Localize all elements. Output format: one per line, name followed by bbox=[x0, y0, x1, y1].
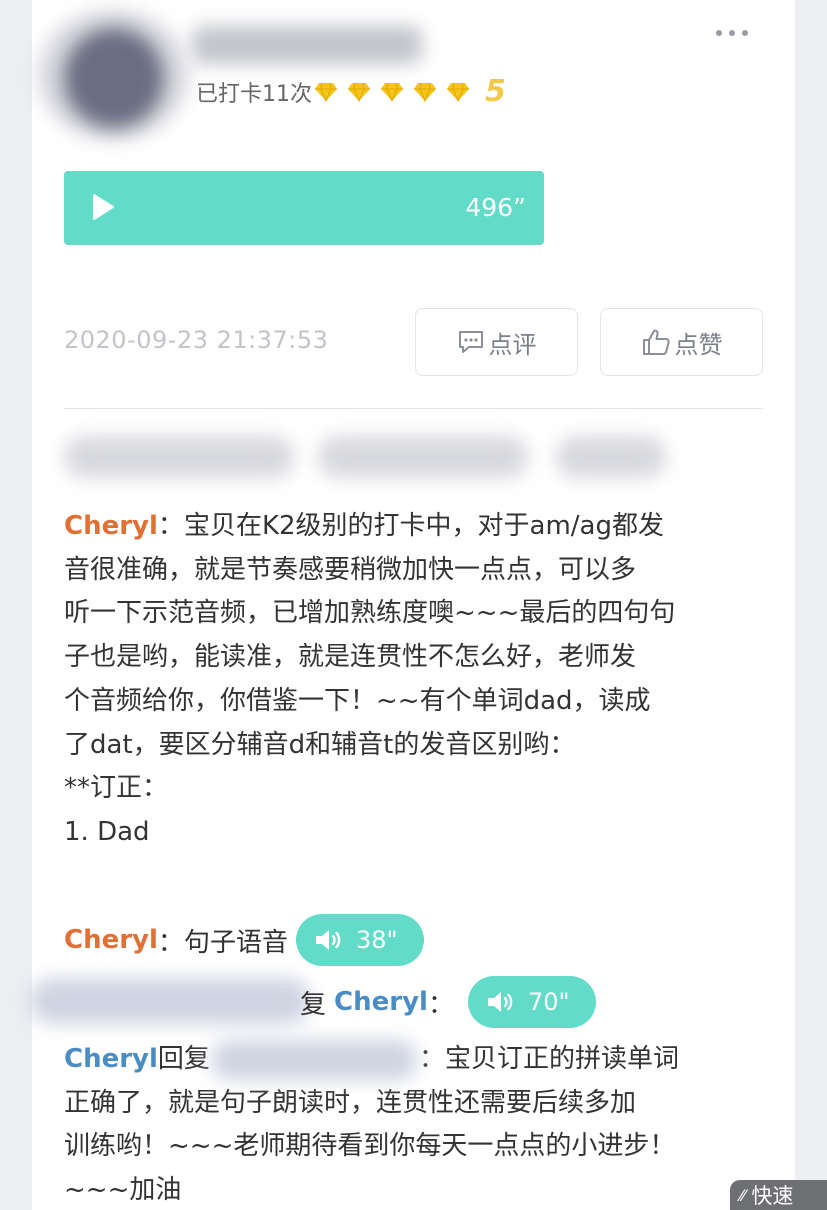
comment-line: 训练哟！~~~老师期待看到你每天一点点的小进步！ bbox=[64, 1131, 676, 1162]
speaker-icon bbox=[487, 992, 513, 1012]
quick-read-button[interactable]: ⁄⁄ 快速 bbox=[730, 1180, 827, 1210]
diamond-icon bbox=[414, 82, 436, 102]
level-number: 5 bbox=[485, 74, 506, 109]
audio-duration: 496” bbox=[465, 193, 526, 222]
comment-line: 音很准确，就是节奏感要稍微加快一点点，可以多 bbox=[64, 554, 637, 585]
comment-author[interactable]: Cheryl bbox=[64, 511, 158, 541]
comment-line: **订正： bbox=[64, 773, 169, 804]
quick-read-icon: ⁄⁄ bbox=[740, 1185, 746, 1205]
liker-redacted bbox=[556, 436, 666, 478]
like-label: 点赞 bbox=[674, 330, 723, 359]
voice-duration: 38" bbox=[355, 926, 398, 954]
comment-text: 宝贝在K2级别的打卡中，对于am/ag都发 bbox=[183, 511, 664, 541]
comment-line: 子也是哟，能读准，就是连贯性不怎么好，老师发 bbox=[64, 642, 637, 673]
comment-line: 正确了，就是句子朗读时，连贯性还需要后续多加 bbox=[64, 1087, 637, 1118]
comment-author[interactable]: Cheryl bbox=[64, 1038, 158, 1082]
voice-duration: 70" bbox=[527, 988, 570, 1016]
checkin-info: 已打卡11次 5 bbox=[196, 74, 506, 109]
post-timestamp: 2020-09-23 21:37:53 bbox=[64, 326, 329, 354]
diamond-icon bbox=[348, 82, 370, 102]
divider bbox=[64, 408, 763, 409]
comment-line: 听一下示范音频，已增加熟练度噢~~~最后的四句句 bbox=[64, 598, 676, 629]
checkin-count: 已打卡11次 bbox=[196, 81, 312, 107]
audio-player[interactable]: 496” bbox=[64, 171, 544, 245]
comment-line: Cheryl 回复 ：宝贝订正的拼读单词 bbox=[64, 1038, 679, 1082]
play-icon[interactable] bbox=[92, 194, 114, 220]
diamond-badges bbox=[314, 82, 479, 102]
thumbs-up-icon bbox=[642, 329, 670, 355]
replier-name-redacted bbox=[30, 978, 310, 1024]
diamond-icon bbox=[315, 82, 337, 102]
comment-label: 点评 bbox=[488, 330, 537, 359]
comment-item: Cheryl：宝贝在K2级别的打卡中，对于am/ag都发 音很准确，就是节奏感要… bbox=[64, 505, 675, 855]
reply-prefix: 复 bbox=[300, 989, 327, 1020]
reply-word: 回复 bbox=[157, 1044, 210, 1074]
reply-target-redacted bbox=[211, 1039, 417, 1080]
liker-redacted bbox=[64, 436, 294, 478]
avatar[interactable] bbox=[64, 28, 164, 128]
comment-line: 1. Dad bbox=[64, 816, 150, 847]
voice-message-button[interactable]: 38" bbox=[295, 914, 424, 966]
comment-text: 宝贝订正的拼读单词 bbox=[444, 1044, 679, 1074]
voice-message-button[interactable]: 70" bbox=[467, 976, 596, 1028]
liker-redacted bbox=[318, 436, 528, 478]
username-redacted[interactable] bbox=[192, 26, 422, 64]
comment-button[interactable]: 点评 bbox=[415, 308, 578, 376]
speaker-icon bbox=[315, 930, 341, 950]
comment-line: 个音频给你，你借鉴一下！~~有个单词dad，读成 bbox=[64, 685, 651, 716]
comment-author[interactable]: Cheryl bbox=[334, 987, 428, 1017]
diamond-icon bbox=[447, 82, 469, 102]
comment-text: 句子语音 bbox=[183, 927, 288, 958]
voice-reply: 复 Cheryl： 70" bbox=[300, 976, 596, 1028]
more-options-icon[interactable] bbox=[716, 30, 748, 36]
comment-line: 了dat，要区分辅音d和辅音t的发音区别哟： bbox=[64, 729, 576, 760]
comment-line: Cheryl：宝贝在K2级别的打卡中，对于am/ag都发 bbox=[64, 511, 664, 541]
voice-comment: Cheryl：句子语音 38" bbox=[64, 914, 424, 966]
comment-icon bbox=[458, 331, 483, 353]
diamond-icon bbox=[381, 82, 403, 102]
comment-line: ~~~加油 bbox=[64, 1175, 182, 1206]
comment-item: Cheryl 回复 ：宝贝订正的拼读单词 正确了，就是句子朗读时，连贯性还需要后续… bbox=[64, 1038, 679, 1210]
like-button[interactable]: 点赞 bbox=[600, 308, 763, 376]
comment-author[interactable]: Cheryl bbox=[64, 925, 158, 955]
